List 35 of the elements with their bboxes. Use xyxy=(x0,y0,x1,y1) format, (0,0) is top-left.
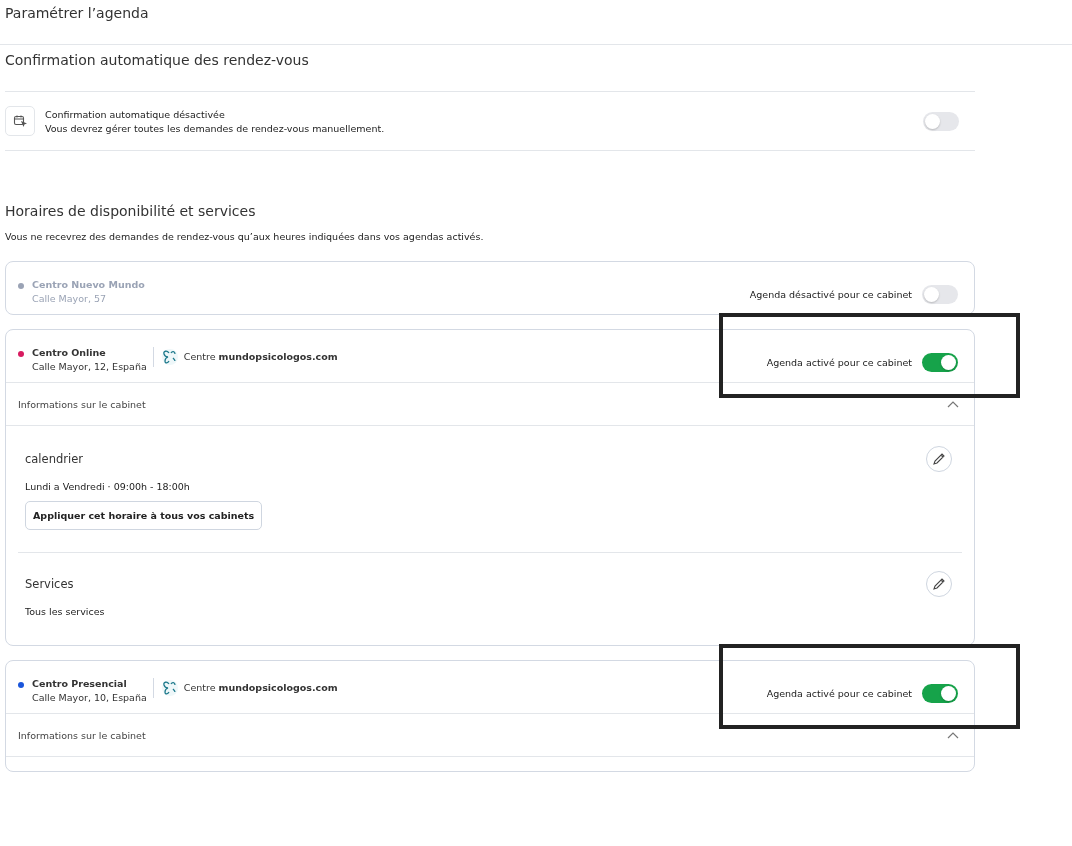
page-title: Paramétrer l’agenda xyxy=(5,5,149,21)
platform-label: Centre mundopsicologos.com xyxy=(183,682,338,693)
section-title: calendrier xyxy=(25,452,83,466)
info-label[interactable]: Informations sur le cabinet xyxy=(18,729,146,741)
toggle-label: Agenda activé pour ce cabinet xyxy=(766,688,912,699)
clinic-name: Centro Nuevo Mundo xyxy=(32,279,145,290)
apply-schedule-button[interactable]: Appliquer cet horaire à tous vos cabinets xyxy=(25,501,263,530)
toggle-label: Agenda activé pour ce cabinet xyxy=(766,357,912,368)
chevron-up-icon[interactable] xyxy=(947,400,959,408)
clinic-name: Centro Presencial xyxy=(32,678,128,689)
section-title: Services xyxy=(25,577,74,591)
edit-button[interactable] xyxy=(926,571,952,597)
calendar-click-icon xyxy=(5,106,35,136)
toggle-switch[interactable] xyxy=(922,684,958,703)
section-heading: Confirmation automatique des rendez-vous xyxy=(5,52,975,92)
section-heading: Horaires de disponibilité et services xyxy=(5,203,257,221)
auto-confirmation-title: Confirmation automatique désactivée xyxy=(45,108,226,120)
toggle-switch[interactable] xyxy=(922,285,958,304)
clinic-address: Calle Mayor, 57 xyxy=(32,293,108,304)
clinic-name: Centro Online xyxy=(32,347,107,358)
info-label[interactable]: Informations sur le cabinet xyxy=(18,398,146,410)
toggle-switch[interactable] xyxy=(923,111,959,131)
clinic-address: Calle Mayor, 10, España xyxy=(32,692,147,703)
toggle-switch[interactable] xyxy=(922,353,958,372)
toggle-label: Agenda désactivé pour ce cabinet xyxy=(749,289,912,300)
clinic-address: Calle Mayor, 12, España xyxy=(32,361,147,372)
chevron-up-icon[interactable] xyxy=(947,731,959,739)
section-detail: Lundi a Vendredi · 09:00h - 18:00h xyxy=(25,481,190,492)
pencil-icon xyxy=(932,452,946,466)
section-description: Vous ne recevrez des demandes de rendez-vous qu’aux heures indiquées dans vos agendas activés. xyxy=(5,231,485,242)
platform-label: Centre mundopsicologos.com xyxy=(183,351,338,362)
pencil-icon xyxy=(932,577,946,591)
edit-button[interactable] xyxy=(926,446,952,472)
section-detail: Tous les services xyxy=(25,606,105,617)
auto-confirmation-description: Vous devrez gérer toutes les demandes de rendez-vous manuellement. xyxy=(45,122,386,134)
